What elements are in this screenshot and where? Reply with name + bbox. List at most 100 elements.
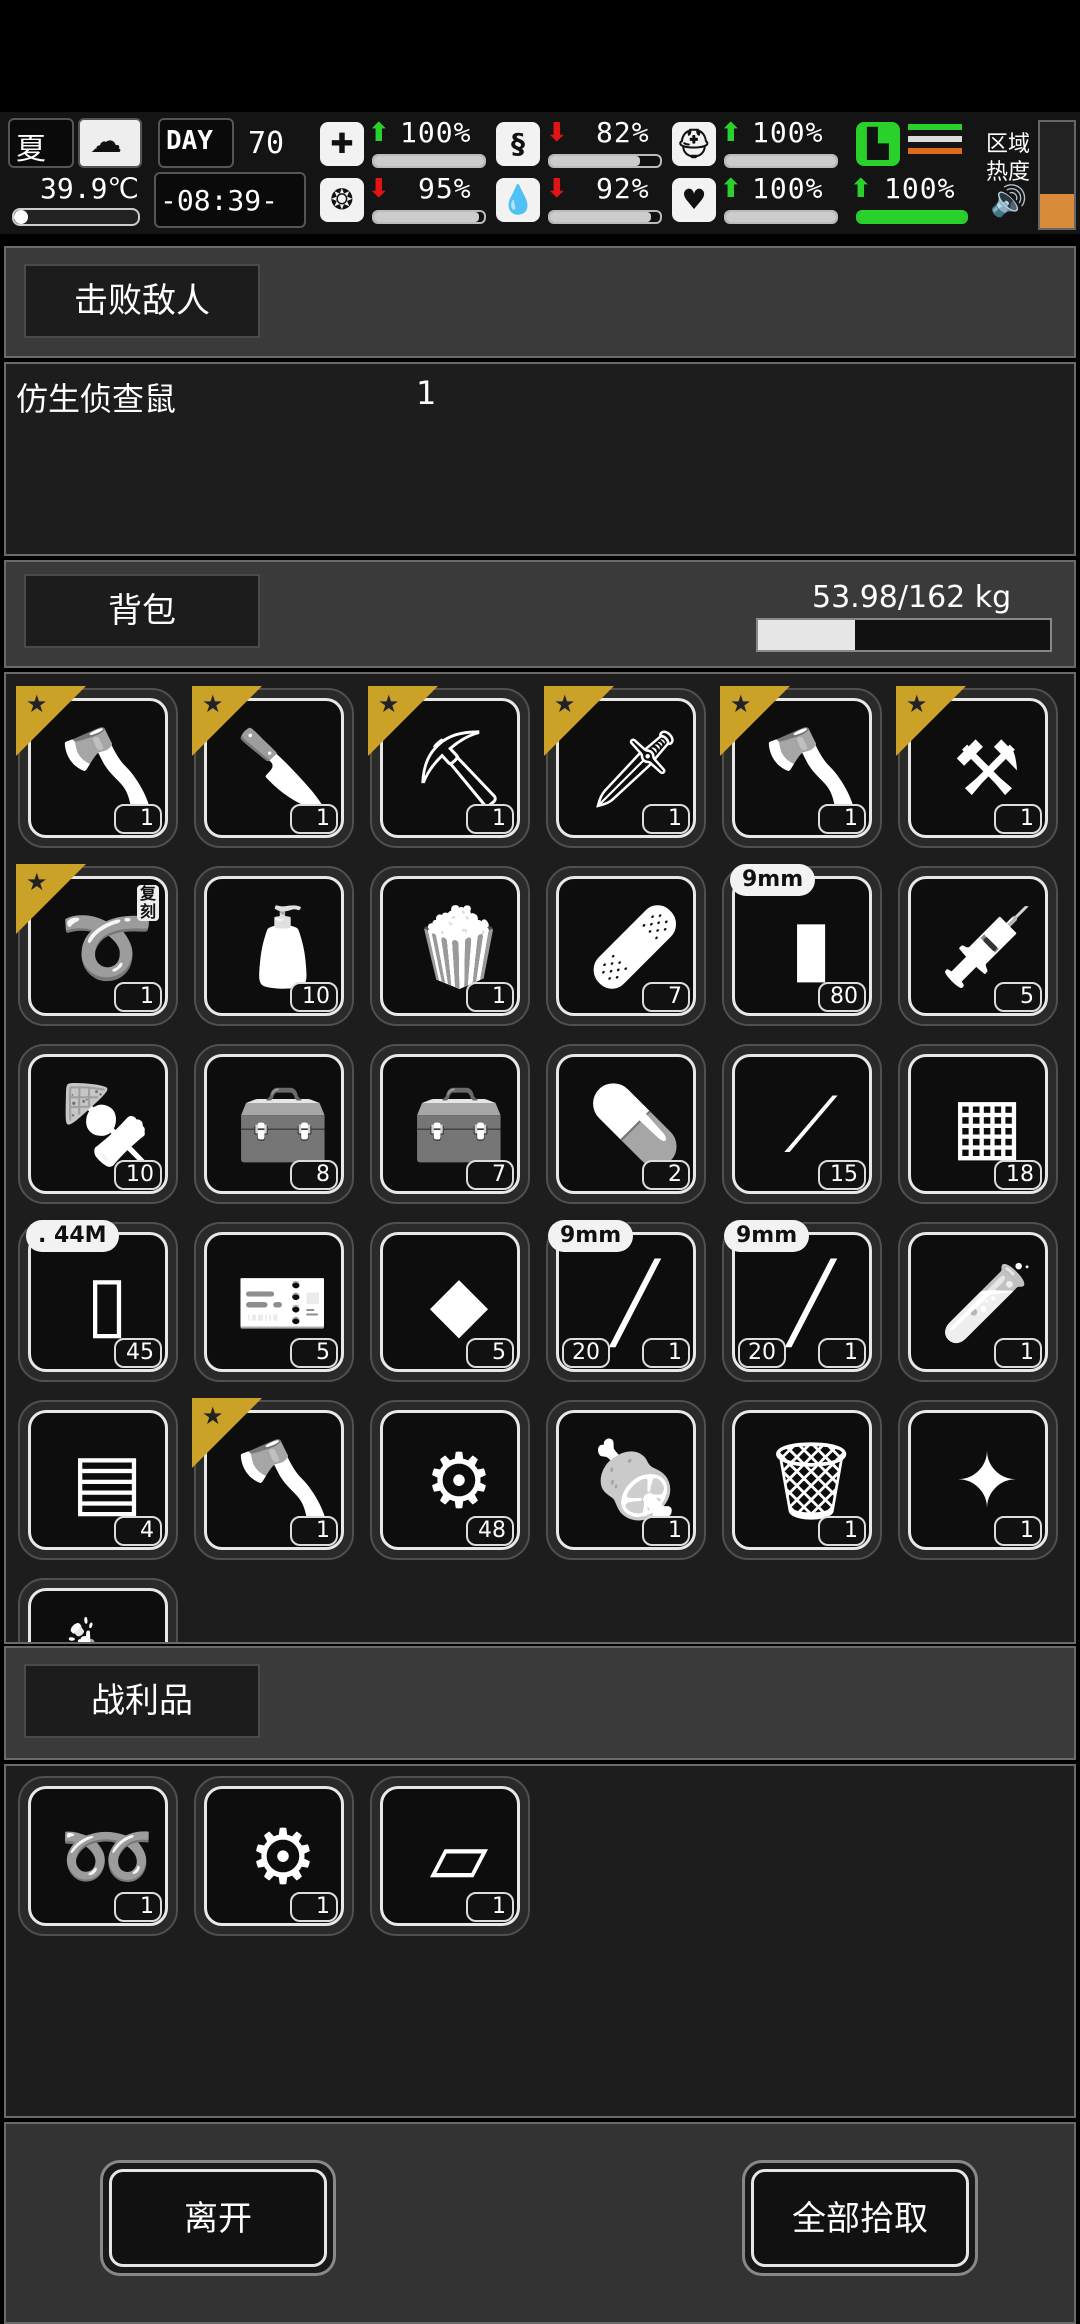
medkit-icon: ✚	[320, 122, 364, 166]
item-count: 5	[290, 1338, 338, 1368]
item-count: 1	[818, 804, 866, 834]
backpack-weight-bar	[756, 618, 1052, 652]
inventory-slot[interactable]: 🍾	[18, 1578, 178, 1643]
inventory-slot[interactable]: ╱ 9mm 20 1	[722, 1220, 882, 1382]
inventory-slot[interactable]: 🎫 5	[194, 1222, 354, 1382]
thermometer-bar	[12, 208, 140, 226]
stamina-bar	[856, 210, 968, 224]
zone-heat-meter	[1038, 120, 1076, 230]
item-ammo-count: 20	[562, 1338, 610, 1368]
ammo-caliber-tag: . 44M	[26, 1220, 119, 1252]
inventory-slot[interactable]: ▯. 44M 45	[18, 1220, 178, 1382]
enemy-count: 1	[416, 374, 437, 412]
arrow-down-icon: ⬇	[546, 174, 568, 204]
boot-icon: ▙	[856, 122, 900, 166]
inventory-slot[interactable]: 🍖 1	[546, 1400, 706, 1560]
inventory-slot[interactable]: 🧰 7	[370, 1044, 530, 1204]
thirst-value: 92%	[596, 172, 650, 205]
armor-value: 100%	[752, 116, 824, 149]
health-value: 100%	[400, 116, 472, 149]
arrow-down-icon: ⬇	[368, 174, 390, 204]
item-count: 1	[466, 804, 514, 834]
backpack-weight: 53.98/162 kg	[812, 580, 1012, 615]
item-count: 1	[114, 1892, 162, 1922]
inventory-slot[interactable]: 💊 2	[546, 1044, 706, 1204]
leave-button[interactable]: 离开	[100, 2160, 336, 2276]
ammo-caliber-tag: 9mm	[548, 1220, 634, 1252]
favorite-star-icon	[192, 1398, 262, 1468]
inventory-slot[interactable]: 🪓1	[16, 686, 178, 848]
inventory-slot[interactable]: 🧪 1	[898, 1222, 1058, 1382]
glass-bottle-icon: 🍾	[51, 1607, 163, 1643]
inventory-slot[interactable]: ⛏1	[368, 686, 530, 848]
item-count: 4	[114, 1516, 162, 1546]
inventory-slot[interactable]: 🩹 7	[546, 866, 706, 1026]
backpack-tab[interactable]: 背包	[24, 574, 260, 648]
item-count: 1	[466, 1892, 514, 1922]
inventory-slot[interactable]: 🍿 1	[370, 866, 530, 1026]
favorite-star-icon	[16, 864, 86, 934]
favorite-star-icon	[896, 686, 966, 756]
inventory-slot[interactable]: 🧴 10	[194, 866, 354, 1026]
inventory-slot[interactable]: 🧰 8	[194, 1044, 354, 1204]
sanity-value: 95%	[418, 172, 472, 205]
item-count: 10	[114, 1160, 162, 1190]
item-count: 1	[994, 1516, 1042, 1546]
defeated-enemies-tab[interactable]: 击败敌人	[24, 264, 260, 338]
day-number: 70	[248, 126, 285, 161]
inventory-slot[interactable]: ▦ 18	[898, 1044, 1058, 1204]
item-count: 7	[642, 982, 690, 1012]
item-count: 8	[290, 1160, 338, 1190]
inventory-slot[interactable]: ╱ 9mm 20 1	[546, 1220, 706, 1382]
inventory-slot[interactable]: ⟋ 15	[722, 1044, 882, 1204]
armor-bar	[724, 154, 838, 168]
item-count: 1	[466, 982, 514, 1012]
status-hud: 夏 ☁ 39.9℃ DAY 70 -08:39- ✚ ⬆ 100% § ⬇ 82…	[0, 112, 1080, 234]
inventory-slot[interactable]: 🔪1	[192, 686, 354, 848]
item-count: 1	[994, 804, 1042, 834]
inventory-slot[interactable]: ▮ 9mm 80	[722, 864, 882, 1026]
inventory-slot[interactable]: ⚒1	[896, 686, 1058, 848]
temperature-readout: 39.9℃	[40, 172, 139, 205]
favorite-star-icon	[720, 686, 790, 756]
item-badge: 复刻	[137, 885, 159, 921]
inventory-slot[interactable]: ▱ 1	[370, 1776, 530, 1936]
clock-box: -08:39-	[154, 172, 306, 228]
clock-time: -08:39-	[160, 184, 279, 217]
inventory-slot[interactable]: 🗡1	[544, 686, 706, 848]
inventory-slot[interactable]: ➰复刻1	[16, 864, 178, 1026]
arrow-up-icon: ⬆	[368, 118, 390, 148]
ammo-caliber-tag: 9mm	[730, 864, 816, 896]
mood-bar	[724, 210, 838, 224]
inventory-slot[interactable]: ▤ 4	[18, 1400, 178, 1560]
inventory-slot[interactable]: ➿ 1	[18, 1776, 178, 1936]
thirst-bar	[548, 210, 662, 224]
speaker-icon[interactable]: 🔊	[990, 184, 1027, 219]
arrow-up-icon: ⬆	[720, 174, 742, 204]
arrow-up-icon: ⬆	[720, 118, 742, 148]
inventory-slot[interactable]: ⚙ 48	[370, 1400, 530, 1560]
hunger-value: 82%	[596, 116, 650, 149]
inventory-slot[interactable]: 🪓1	[720, 686, 882, 848]
item-ammo-count: 20	[738, 1338, 786, 1368]
hunger-bar	[548, 154, 662, 168]
season-box: 夏	[8, 118, 74, 168]
item-count: 5	[994, 982, 1042, 1012]
item-count: 1	[818, 1516, 866, 1546]
item-count: 18	[994, 1160, 1042, 1190]
weather-icon: ☁	[78, 118, 142, 168]
inventory-slot[interactable]: ✦ 1	[898, 1400, 1058, 1560]
enemy-name: 仿生侦查鼠	[16, 380, 177, 418]
day-box: DAY	[158, 118, 234, 168]
inventory-slot[interactable]: 💉 5	[898, 866, 1058, 1026]
inventory-slot[interactable]: 🗑 1	[722, 1400, 882, 1560]
heart-icon: ♥	[672, 178, 716, 222]
inventory-slot[interactable]: ◆ 5	[370, 1222, 530, 1382]
inventory-slot[interactable]: ⚙ 1	[194, 1776, 354, 1936]
arrow-up-icon: ⬆	[850, 174, 872, 204]
item-count: 1	[290, 804, 338, 834]
loot-tab[interactable]: 战利品	[24, 1664, 260, 1738]
inventory-slot[interactable]: 🪓1	[192, 1398, 354, 1560]
inventory-slot[interactable]: 🍢 10	[18, 1044, 178, 1204]
take-all-button[interactable]: 全部拾取	[742, 2160, 978, 2276]
